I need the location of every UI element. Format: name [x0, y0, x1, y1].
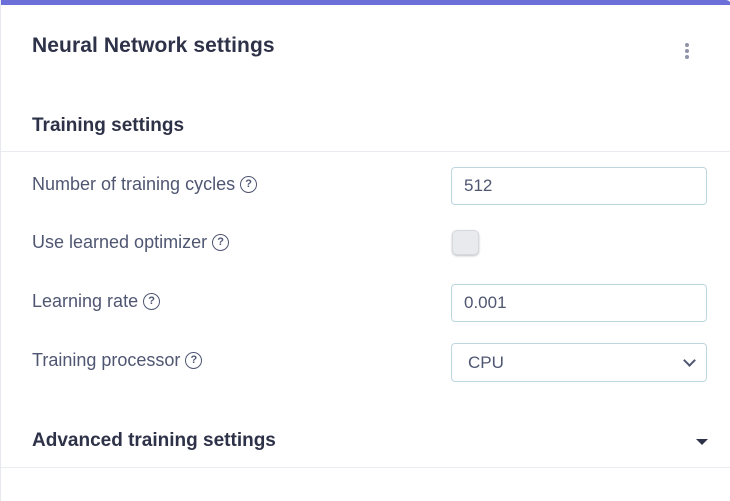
learned-optimizer-label: Use learned optimizer ?: [32, 232, 230, 253]
question-circle-icon[interactable]: ?: [212, 234, 230, 251]
neural-network-settings-card: Neural Network settings Training setting…: [0, 0, 730, 501]
training-settings-heading: Training settings: [32, 115, 185, 136]
training-processor-selected-value: CPU: [468, 352, 504, 372]
caret-down-icon[interactable]: [696, 439, 708, 445]
question-circle-icon[interactable]: ?: [185, 352, 203, 369]
menu-dot: [685, 43, 689, 47]
learning-rate-label-text: Learning rate: [32, 291, 139, 311]
training-processor-select[interactable]: CPU: [451, 343, 707, 382]
learning-rate-input[interactable]: [451, 284, 707, 322]
training-cycles-input[interactable]: [451, 167, 707, 205]
training-cycles-label-text: Number of training cycles: [32, 174, 236, 194]
menu-dot: [685, 49, 689, 53]
kebab-menu-icon[interactable]: [677, 40, 697, 62]
chevron-down-icon: [683, 353, 696, 367]
learning-rate-label: Learning rate ?: [32, 291, 161, 312]
training-processor-label-text: Training processor: [32, 350, 181, 370]
menu-dot: [685, 55, 689, 59]
training-cycles-label: Number of training cycles ?: [32, 174, 258, 195]
question-circle-icon[interactable]: ?: [143, 293, 161, 310]
advanced-training-settings-heading[interactable]: Advanced training settings: [32, 430, 276, 452]
training-processor-label: Training processor ?: [32, 350, 203, 371]
card-accent-bar: [1, 0, 730, 5]
question-circle-icon[interactable]: ?: [240, 176, 258, 193]
card-title: Neural Network settings: [32, 34, 275, 57]
section-divider: [1, 151, 730, 152]
section-divider: [1, 467, 730, 468]
learned-optimizer-checkbox[interactable]: [452, 230, 479, 255]
learned-optimizer-label-text: Use learned optimizer: [32, 232, 208, 252]
